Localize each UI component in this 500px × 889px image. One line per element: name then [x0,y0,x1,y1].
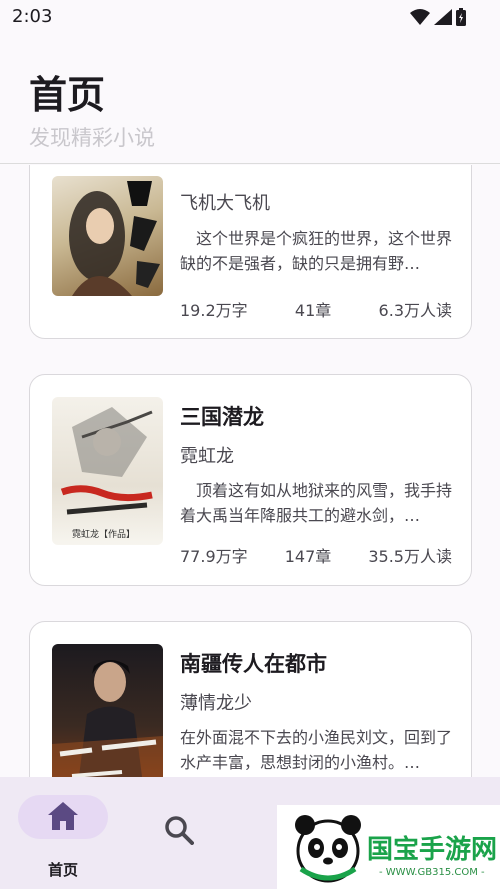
book-card[interactable]: 南疆传人在都市 薄情龙少 在外面混不下去的小渔民刘文，回到了水产丰富，思想封闭的… [29,621,472,777]
battery-icon [456,8,466,26]
book-list[interactable]: 飞机大飞机 这个世界是个疯狂的世界，这个世界缺的不是强者，缺的只是拥有野… 19… [0,165,500,777]
book-title: 南疆传人在都市 [180,652,327,676]
page-title: 首页 [29,73,106,117]
book-author: 飞机大飞机 [180,193,270,214]
nav-home-label: 首页 [47,861,78,879]
chapter-count: 147章 [284,547,332,566]
watermark: 国宝手游网 - WWW.GB315.COM - [277,805,500,889]
book-cover [52,644,163,777]
book-stats: 19.2万字 41章 6.3万人读 [180,297,452,321]
search-icon [165,816,194,845]
book-description: 这个世界是个疯狂的世界，这个世界缺的不是强者，缺的只是拥有野… [180,229,453,273]
book-description: 顶着这有如从地狱来的风雪，我手持着大禹当年降服共工的避水剑，… [180,481,453,525]
word-count: 77.9万字 [180,547,248,566]
panda-logo-icon [295,815,361,883]
book-card[interactable]: 飞机大飞机 这个世界是个疯狂的世界，这个世界缺的不是强者，缺的只是拥有野… 19… [29,165,472,339]
watermark-text: 国宝手游网 [367,835,498,865]
wifi-icon [410,9,430,25]
page-subtitle: 发现精彩小说 [29,126,155,150]
reader-count: 35.5万人读 [368,547,452,566]
book-author: 薄情龙少 [180,693,252,714]
book-card[interactable]: 霓虹龙【作品】 三国潜龙 霓虹龙 顶着这有如从地狱来的风雪，我手持着大禹当年降服… [29,374,472,586]
book-cover: 霓虹龙【作品】 [52,397,163,545]
home-icon [48,802,78,830]
book-cover [52,176,163,296]
page-header: 首页 发现精彩小说 [0,34,500,164]
cover-credit: 霓虹龙【作品】 [72,530,136,540]
book-stats: 77.9万字 147章 35.5万人读 [180,543,452,567]
watermark-url: - WWW.GB315.COM - [379,867,485,878]
nav-item-home[interactable]: 首页 [18,795,108,879]
status-time: 2:03 [12,6,53,27]
book-description: 在外面混不下去的小渔民刘文，回到了水产丰富，思想封闭的小渔村。… [180,728,453,772]
word-count: 19.2万字 [180,301,248,320]
nav-item-search[interactable] [164,815,204,855]
status-bar: 2:03 [0,0,500,34]
signal-icon [434,9,452,25]
reader-count: 6.3万人读 [378,301,452,320]
book-author: 霓虹龙 [180,446,234,467]
chapter-count: 41章 [294,301,332,320]
book-title: 三国潜龙 [180,405,264,429]
status-icons [410,8,466,26]
